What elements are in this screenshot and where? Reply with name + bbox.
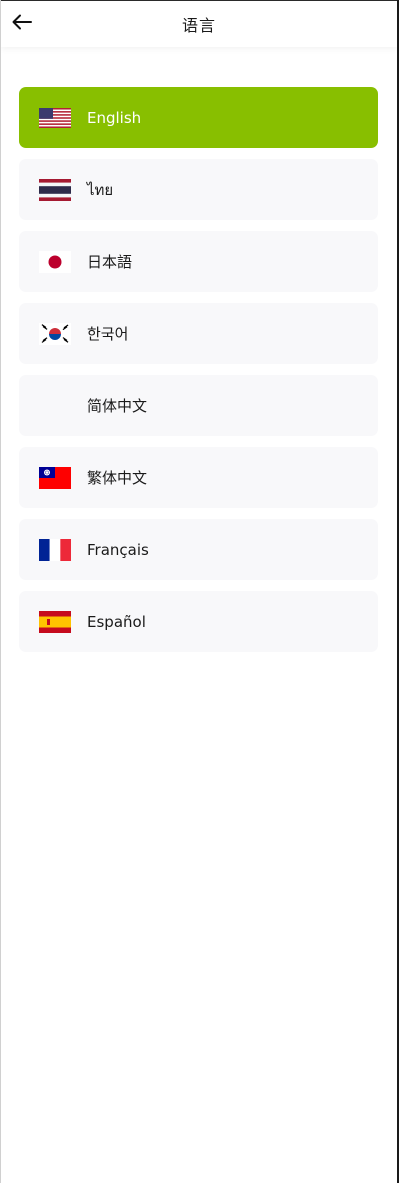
spain-flag-icon <box>39 610 71 633</box>
arrow-left-icon <box>12 14 32 34</box>
language-item-thai[interactable]: ไทย <box>19 159 378 220</box>
language-label: 繁体中文 <box>87 469 148 487</box>
language-item-korean[interactable]: 한국어 <box>19 303 378 364</box>
language-label: English <box>87 108 142 127</box>
language-list: English ไทย 日本語 한국어 简体中文 繁体中文 Français E… <box>1 47 397 652</box>
page-title: 语言 <box>181 16 216 35</box>
japan-flag-icon <box>39 250 71 273</box>
language-item-french[interactable]: Français <box>19 519 378 580</box>
language-label: 한국어 <box>87 325 129 343</box>
language-label: 日本語 <box>87 253 133 271</box>
language-item-japanese[interactable]: 日本語 <box>19 231 378 292</box>
app-frame: 语言 English ไทย 日本語 한국어 简体中文 繁体中文 Françai… <box>0 0 399 1183</box>
south-korea-flag-icon <box>39 322 71 345</box>
language-label: 简体中文 <box>87 397 148 415</box>
language-label: Français <box>87 540 149 559</box>
china-flag-icon <box>39 395 71 417</box>
thailand-flag-icon <box>39 178 71 201</box>
language-item-spanish[interactable]: Español <box>19 591 378 652</box>
france-flag-icon <box>39 538 71 561</box>
language-item-simplified-chinese[interactable]: 简体中文 <box>19 375 378 436</box>
top-bar: 语言 <box>1 0 397 47</box>
back-button[interactable] <box>11 13 33 35</box>
taiwan-flag-icon <box>39 466 71 489</box>
language-label: Español <box>87 612 146 631</box>
language-label: ไทย <box>87 180 114 199</box>
us-flag-icon <box>39 107 71 129</box>
language-item-english[interactable]: English <box>19 87 378 148</box>
language-item-traditional-chinese[interactable]: 繁体中文 <box>19 447 378 508</box>
